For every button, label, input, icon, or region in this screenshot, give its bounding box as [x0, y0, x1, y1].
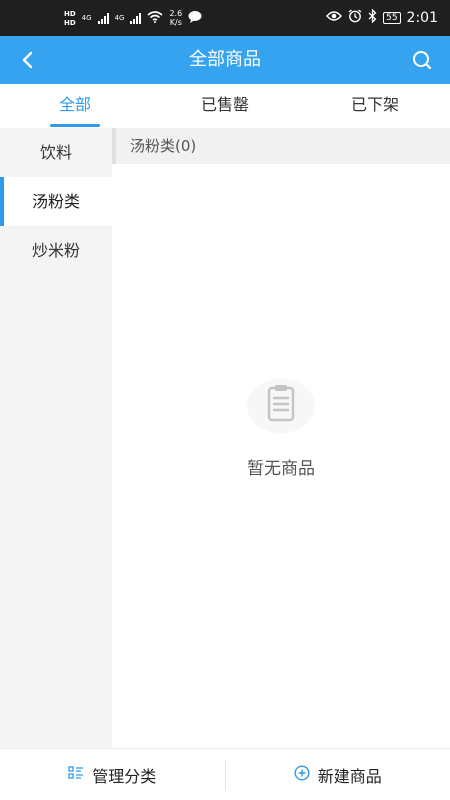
network-type-2: 4G — [114, 14, 125, 22]
alarm-icon — [348, 9, 362, 27]
signal-icon — [97, 12, 109, 24]
sidebar-item-fried-rice-noodles[interactable]: 炒米粉 — [0, 226, 112, 275]
wifi-icon — [147, 10, 163, 26]
network-speed: 2.6 K/s — [169, 9, 182, 27]
sidebar-item-soup-noodles[interactable]: 汤粉类 — [0, 177, 112, 226]
page-title: 全部商品 — [189, 49, 261, 70]
title-bar: 全部商品 — [0, 36, 450, 84]
clipboard-icon — [241, 376, 321, 436]
bottom-action-bar: 管理分类 新建商品 — [0, 748, 450, 800]
sidebar-item-drinks[interactable]: 饮料 — [0, 128, 112, 177]
speed-value: 2.6 — [169, 9, 183, 18]
category-sidebar: 饮料 汤粉类 炒米粉 — [0, 128, 112, 748]
network-type-1: 4G — [81, 14, 92, 22]
tab-delisted[interactable]: 已下架 — [300, 84, 450, 128]
tab-all[interactable]: 全部 — [0, 84, 150, 128]
search-icon[interactable] — [410, 48, 434, 72]
chat-icon — [188, 10, 202, 26]
hd-badge-bottom: HD — [64, 18, 76, 27]
filter-tabs: 全部 已售罄 已下架 — [0, 84, 450, 128]
battery-level: 55 — [383, 12, 401, 24]
speed-unit: K/s — [169, 18, 182, 27]
bluetooth-icon — [368, 8, 377, 27]
manage-categories-label: 管理分类 — [92, 766, 157, 786]
signal-icon-2 — [130, 12, 142, 24]
list-manage-icon — [68, 765, 84, 784]
category-header: 汤粉类(0) — [112, 128, 450, 164]
hd-indicator: HD HD — [64, 10, 76, 27]
status-right: 55 2:01 — [326, 8, 438, 28]
tab-sold-out[interactable]: 已售罄 — [150, 84, 300, 128]
plus-circle-icon — [294, 764, 310, 785]
product-list-area: 汤粉类(0) 暂无商品 — [112, 128, 450, 748]
hd-badge-top: HD — [64, 9, 76, 18]
empty-state-text: 暂无商品 — [247, 459, 315, 479]
new-product-label: 新建商品 — [317, 766, 382, 786]
new-product-button[interactable]: 新建商品 — [226, 749, 450, 800]
status-time: 2:01 — [406, 10, 438, 26]
status-left: HD HD 4G 4G 2.6 K/s — [64, 8, 202, 28]
status-bar: HD HD 4G 4G 2.6 K/s 55 2:01 — [0, 0, 450, 36]
eye-icon — [326, 10, 343, 26]
manage-categories-button[interactable]: 管理分类 — [0, 749, 225, 800]
